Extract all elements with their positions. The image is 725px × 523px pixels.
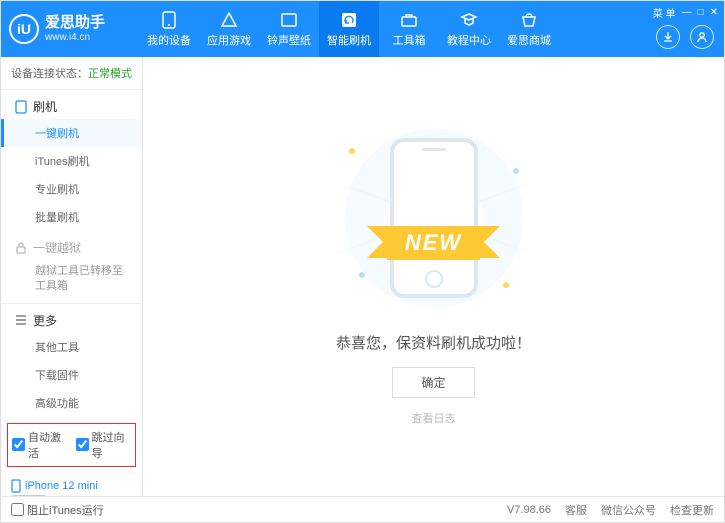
connection-status: 设备连接状态：正常模式 (1, 57, 142, 90)
user-button[interactable] (690, 25, 714, 49)
flash-icon (339, 11, 359, 29)
new-ribbon: NEW (387, 226, 480, 260)
sidebar-item-advanced[interactable]: 高级功能 (1, 389, 142, 417)
section-title: 一键越狱 (33, 239, 81, 256)
section-jailbreak: 一键越狱 (1, 231, 142, 260)
close-icon[interactable]: ✕ (710, 7, 718, 18)
nav-toolbox[interactable]: 工具箱 (379, 1, 439, 57)
version-label: V7.98.66 (507, 504, 551, 516)
nav-store[interactable]: 爱思商城 (499, 1, 559, 57)
nav-tutorials[interactable]: 教程中心 (439, 1, 499, 57)
phone-illustration-icon (390, 138, 478, 298)
toolbox-icon (399, 11, 419, 29)
checkbox-skip-guide[interactable]: 跳过向导 (76, 429, 132, 461)
success-message: 恭喜您，保资料刷机成功啦！ (336, 332, 531, 353)
phone-tiny-icon (11, 479, 21, 493)
sidebar-item-oneclick-flash[interactable]: 一键刷机 (1, 119, 142, 147)
sidebar: 设备连接状态：正常模式 刷机 一键刷机 iTunes刷机 专业刷机 批量刷机 一… (1, 57, 143, 496)
success-illustration: NEW (319, 128, 549, 308)
wallpaper-icon (279, 11, 299, 29)
ok-button[interactable]: 确定 (392, 367, 474, 398)
status-value: 正常模式 (88, 68, 132, 80)
device-name: iPhone 12 mini (11, 479, 132, 493)
list-icon (15, 315, 27, 325)
wechat-link[interactable]: 微信公众号 (601, 502, 656, 518)
logo: iU 爱思助手 www.i4.cn (9, 14, 139, 44)
status-label: 设备连接状态： (11, 68, 88, 80)
chk-label: 跳过向导 (92, 429, 132, 461)
sidebar-item-other-tools[interactable]: 其他工具 (1, 333, 142, 361)
checkbox-auto-activate[interactable]: 自动激活 (12, 429, 68, 461)
nav-label: 工具箱 (393, 32, 426, 48)
download-button[interactable] (656, 25, 680, 49)
apps-icon (219, 11, 239, 29)
nav-flash[interactable]: 智能刷机 (319, 1, 379, 57)
device-info[interactable]: iPhone 12 mini 64GB Down-12mini-13,1 (1, 473, 142, 496)
nav-label: 教程中心 (447, 32, 491, 48)
maximize-icon[interactable]: □ (698, 7, 704, 18)
tutorial-icon (459, 11, 479, 29)
options-highlighted: 自动激活 跳过向导 (7, 423, 136, 467)
nav-label: 应用游戏 (207, 32, 251, 48)
view-log-link[interactable]: 查看日志 (412, 410, 456, 426)
nav-ringtones[interactable]: 铃声壁纸 (259, 1, 319, 57)
sidebar-item-download-fw[interactable]: 下载固件 (1, 361, 142, 389)
nav-label: 智能刷机 (327, 32, 371, 48)
section-flash[interactable]: 刷机 (1, 90, 142, 119)
lock-icon (15, 242, 27, 254)
section-title: 更多 (33, 312, 57, 329)
phone-icon (159, 11, 179, 29)
sidebar-item-batch-flash[interactable]: 批量刷机 (1, 203, 142, 231)
update-link[interactable]: 检查更新 (670, 502, 714, 518)
body: 设备连接状态：正常模式 刷机 一键刷机 iTunes刷机 专业刷机 批量刷机 一… (1, 57, 724, 496)
footer: 阻止iTunes运行 V7.98.66 客服 微信公众号 检查更新 (1, 496, 724, 522)
support-link[interactable]: 客服 (565, 502, 587, 518)
sidebar-item-pro-flash[interactable]: 专业刷机 (1, 175, 142, 203)
nav-apps[interactable]: 应用游戏 (199, 1, 259, 57)
app-subtitle: www.i4.cn (45, 32, 105, 43)
chk-label: 阻止iTunes运行 (27, 502, 104, 518)
jailbreak-note: 越狱工具已转移至工具箱 (1, 260, 142, 304)
logo-icon: iU (9, 14, 39, 44)
menu-label[interactable]: 菜 单 (653, 5, 676, 20)
nav-label: 铃声壁纸 (267, 32, 311, 48)
top-nav: 我的设备 应用游戏 铃声壁纸 智能刷机 工具箱 教程中心 (139, 1, 559, 57)
nav-label: 我的设备 (147, 32, 191, 48)
section-more[interactable]: 更多 (1, 304, 142, 333)
app-title: 爱思助手 (45, 15, 105, 32)
window-controls: 菜 单 — □ ✕ (653, 5, 718, 20)
nav-my-device[interactable]: 我的设备 (139, 1, 199, 57)
app-window: iU 爱思助手 www.i4.cn 我的设备 应用游戏 铃声壁纸 智能刷机 (0, 0, 725, 523)
nav-label: 爱思商城 (507, 32, 551, 48)
checkbox-block-itunes[interactable]: 阻止iTunes运行 (11, 502, 104, 518)
sidebar-item-itunes-flash[interactable]: iTunes刷机 (1, 147, 142, 175)
minimize-icon[interactable]: — (682, 7, 692, 18)
header: iU 爱思助手 www.i4.cn 我的设备 应用游戏 铃声壁纸 智能刷机 (1, 1, 724, 57)
main-panel: NEW 恭喜您，保资料刷机成功啦！ 确定 查看日志 (143, 57, 724, 496)
chk-label: 自动激活 (28, 429, 68, 461)
store-icon (519, 11, 539, 29)
section-title: 刷机 (33, 98, 57, 115)
phone-small-icon (15, 100, 27, 114)
